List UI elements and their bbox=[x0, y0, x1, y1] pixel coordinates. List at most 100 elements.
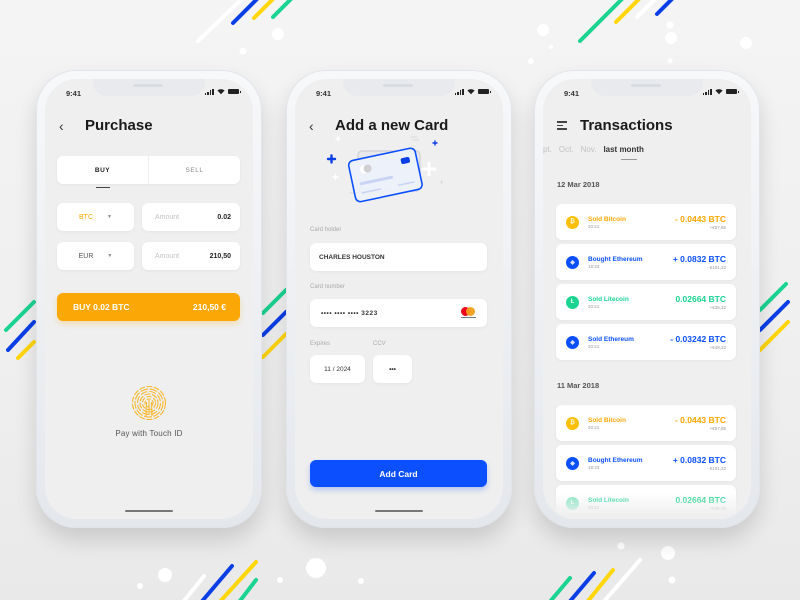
signal-icon bbox=[454, 88, 464, 95]
card-holder-input[interactable]: CHARLES HOUSTON bbox=[310, 243, 487, 271]
transaction-row[interactable]: ◆ Bought Ethereum 18:33 + 0.0832 BTC - €… bbox=[556, 244, 736, 280]
transaction-amount: - 0.0443 BTC bbox=[674, 214, 726, 224]
tab-label: BUY bbox=[94, 166, 111, 174]
card-number-label: Card number bbox=[310, 284, 346, 290]
transaction-name: Bought Ethereum bbox=[588, 456, 643, 464]
transaction-time: 20:21 bbox=[588, 303, 600, 309]
transaction-amount: 0.02664 BTC bbox=[675, 294, 726, 304]
transaction-amount: + 0.0832 BTC bbox=[672, 455, 726, 465]
selected-currency: EUR bbox=[78, 252, 94, 260]
litecoin-icon: Ł bbox=[566, 295, 579, 309]
home-indicator bbox=[125, 510, 173, 512]
selected-currency: BTC bbox=[79, 213, 94, 221]
stripe-yellow bbox=[614, 0, 641, 24]
transaction-row[interactable]: Ł Sold Litecoin 20:21 0.02664 BTC +€35,3… bbox=[556, 284, 736, 320]
date-header: 11 Mar 2018 bbox=[557, 381, 600, 390]
transaction-eur: +€57,85 bbox=[709, 426, 726, 431]
ccv-label: CCV bbox=[373, 341, 386, 347]
phone-add-card: 9:41 ‹ Add a new Card Card holder CHARLE… bbox=[286, 70, 512, 528]
month-tabs: pt. Oct. Nov. last month bbox=[543, 145, 644, 160]
buy-sell-tabs: BUY SELL bbox=[57, 156, 240, 188]
page-title: Purchase bbox=[85, 117, 153, 134]
status-time: 9:41 bbox=[564, 89, 580, 98]
signal-icon bbox=[702, 88, 712, 95]
battery-icon bbox=[478, 89, 491, 94]
transaction-row[interactable]: ◆ Bought Ethereum 18:33 + 0.0832 BTC - €… bbox=[556, 445, 736, 481]
stripe-white bbox=[602, 558, 642, 600]
transaction-eur: +€35,32 bbox=[709, 305, 726, 310]
buy-button-total: 210,50 € bbox=[192, 302, 226, 312]
expires-input[interactable]: 11 / 2024 bbox=[310, 355, 365, 383]
stripe-blue bbox=[200, 564, 234, 600]
chevron-left-icon[interactable]: ‹ bbox=[59, 119, 75, 133]
transaction-time: 18:33 bbox=[588, 464, 600, 470]
crypto-row: BTC ▼ Amount 0.02 bbox=[57, 203, 240, 231]
chevron-left-icon[interactable]: ‹ bbox=[309, 119, 325, 133]
tab-sell[interactable]: SELL bbox=[148, 156, 240, 184]
battery-icon bbox=[726, 89, 739, 94]
transaction-eur: +€48,22 bbox=[709, 345, 726, 350]
fiat-amount-input[interactable]: Amount 210,50 bbox=[142, 242, 240, 270]
transaction-amount: + 0.0832 BTC bbox=[672, 254, 726, 264]
transaction-name: Bought Ethereum bbox=[588, 255, 643, 263]
transaction-eur: - €101,22 bbox=[706, 265, 726, 270]
stripe-white bbox=[182, 574, 206, 600]
card-number-value: •••• •••• •••• 3223 bbox=[321, 309, 378, 317]
ccv-input[interactable]: ••• bbox=[373, 355, 412, 383]
battery-icon bbox=[228, 89, 241, 94]
month-tab[interactable]: Nov. bbox=[581, 145, 597, 154]
wifi-icon bbox=[467, 89, 475, 95]
stripe-white bbox=[635, 0, 657, 19]
tab-buy[interactable]: BUY bbox=[57, 156, 148, 188]
tab-label: SELL bbox=[185, 166, 204, 174]
signal-icon bbox=[204, 88, 214, 95]
stripe-green bbox=[758, 282, 788, 312]
fingerprint-icon[interactable] bbox=[131, 385, 167, 421]
bitcoin-icon: ₿ bbox=[566, 416, 579, 430]
fiat-currency-select[interactable]: EUR ▼ bbox=[57, 242, 134, 270]
stripe-blue bbox=[261, 310, 288, 337]
add-card-button[interactable]: Add Card bbox=[310, 460, 487, 487]
stripe-yellow bbox=[758, 320, 790, 352]
month-tab[interactable]: Oct. bbox=[559, 145, 574, 154]
expires-value: 11 / 2024 bbox=[324, 365, 351, 373]
transaction-eur: +€57,85 bbox=[709, 225, 726, 230]
menu-icon[interactable] bbox=[557, 121, 567, 130]
mastercard-icon bbox=[460, 307, 478, 319]
date-header: 12 Mar 2018 bbox=[557, 180, 600, 189]
header: Transactions bbox=[557, 117, 673, 134]
stripe-green bbox=[548, 576, 572, 600]
wifi-icon bbox=[715, 89, 723, 95]
touch-id[interactable]: Pay with Touch ID bbox=[45, 385, 253, 438]
purchase-screen: 9:41 ‹ Purchase BUY SELL BTC ▼ Amount 0.… bbox=[45, 79, 253, 519]
card-number-input[interactable]: •••• •••• •••• 3223 bbox=[310, 299, 487, 327]
crypto-currency-select[interactable]: BTC ▼ bbox=[57, 203, 134, 231]
bitcoin-icon: ₿ bbox=[566, 215, 579, 229]
transaction-row[interactable]: ◆ Sold Ethereum 20:21 - 0.03242 BTC +€48… bbox=[556, 324, 736, 360]
transaction-row[interactable]: ₿ Sold Bitcoin 20:21 - 0.0443 BTC +€57,8… bbox=[556, 204, 736, 240]
stripe-green bbox=[271, 0, 293, 19]
transaction-name: Sold Litecoin bbox=[588, 295, 629, 303]
caret-down-icon: ▼ bbox=[107, 253, 113, 259]
credit-card-icon bbox=[326, 136, 444, 203]
transaction-name: Sold Bitcoin bbox=[588, 416, 626, 424]
transaction-eur: - €101,22 bbox=[706, 466, 726, 471]
amount-placeholder: Amount bbox=[155, 213, 180, 221]
transaction-amount: - 0.03242 BTC bbox=[670, 334, 726, 344]
buy-button[interactable]: BUY 0.02 BTC 210,50 € bbox=[57, 293, 240, 321]
transaction-row[interactable]: ₿ Sold Bitcoin 20:21 - 0.0443 BTC +€57,8… bbox=[556, 405, 736, 441]
amount-value: 0.02 bbox=[217, 213, 231, 221]
stripe-blue bbox=[6, 320, 36, 352]
month-tab-active[interactable]: last month bbox=[603, 145, 644, 160]
wifi-icon bbox=[217, 89, 225, 95]
stripe-green bbox=[238, 578, 258, 600]
stripe-blue bbox=[568, 571, 596, 600]
crypto-amount-input[interactable]: Amount 0.02 bbox=[142, 203, 240, 231]
stripe-yellow bbox=[261, 332, 288, 359]
transactions-screen: 9:41 Transactions pt. Oct. Nov. last mon… bbox=[543, 79, 751, 519]
caret-down-icon: ▼ bbox=[107, 214, 112, 220]
phone-purchase: 9:41 ‹ Purchase BUY SELL BTC ▼ Amount 0.… bbox=[36, 70, 262, 528]
buy-button-label: BUY 0.02 BTC bbox=[73, 302, 130, 312]
month-tab[interactable]: pt. bbox=[543, 145, 552, 154]
status-icons bbox=[204, 88, 241, 95]
